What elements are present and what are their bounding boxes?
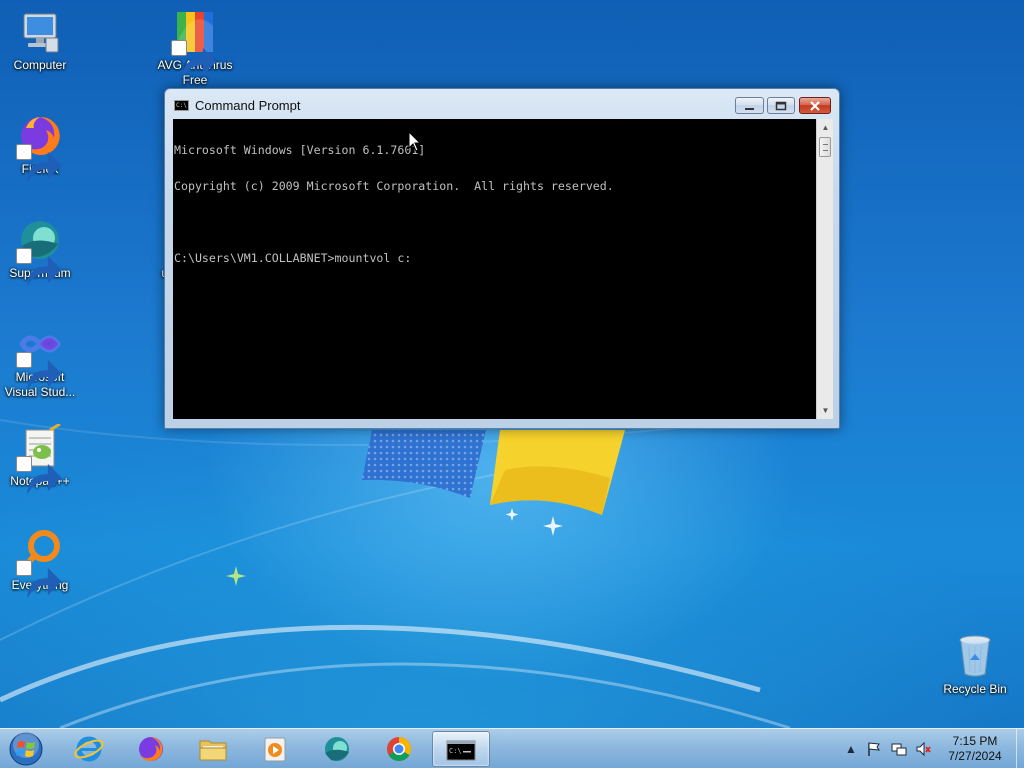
supermium-icon [325,737,349,761]
windows-start-icon [9,732,43,766]
shortcut-arrow-icon [16,144,62,183]
folder-icon [199,740,227,761]
taskbar-chrome[interactable] [370,731,428,767]
media-player-icon [264,737,286,762]
shortcut-arrow-icon [171,40,217,79]
taskbar: C:\ ▲ 7:15 PM 7/27/2024 [0,728,1024,768]
cmd-icon: C:\ [174,100,189,111]
volume-muted-icon[interactable] [915,741,931,757]
taskbar-file-explorer[interactable] [184,731,242,767]
command-prompt-window[interactable]: C:\ Command Prompt Microsoft Windows [Ve… [164,88,840,429]
shortcut-arrow-icon [16,352,62,391]
taskbar-supermium[interactable] [308,731,366,767]
action-center-flag-icon[interactable] [866,741,882,757]
minimize-button[interactable] [735,97,764,114]
maximize-button[interactable] [767,97,795,114]
desktop-icon-avg-antivirus[interactable]: AVG AntiVirus Free [154,8,236,88]
taskbar-command-prompt[interactable]: C:\ [432,731,490,767]
window-titlebar[interactable]: C:\ Command Prompt [165,89,839,119]
vertical-scrollbar[interactable]: ▲ ▼ [816,119,833,419]
scroll-down-icon[interactable]: ▼ [817,402,834,419]
mouse-cursor-icon [408,131,422,152]
shortcut-arrow-icon [16,560,62,599]
window-title: Command Prompt [195,98,301,113]
desktop-icon-visual-studio[interactable]: Microsoft Visual Stud... [0,320,81,400]
start-button[interactable] [6,731,46,767]
taskbar-media-player[interactable] [246,731,304,767]
desktop-icon-supermium[interactable]: Supermium [0,216,81,287]
partial-desktop-label: u [118,266,168,281]
taskbar-internet-explorer[interactable] [60,731,118,767]
shortcut-arrow-icon [16,456,62,495]
desktop-icon-notepadpp[interactable]: Notepad++ [0,424,81,495]
desktop-icon-firefox[interactable]: Firefox [0,112,81,183]
internet-explorer-icon [74,736,104,762]
show-hidden-icons-icon[interactable]: ▲ [843,741,859,757]
clock-date: 7/27/2024 [948,749,1002,763]
chrome-icon [387,737,412,762]
desktop-icon-label: Recycle Bin [943,682,1007,696]
scroll-thumb[interactable] [819,137,831,157]
shortcut-arrow-icon [16,248,62,287]
clock-time: 7:15 PM [952,734,998,748]
show-desktop-button[interactable] [1016,729,1024,768]
taskbar-clock[interactable]: 7:15 PM 7/27/2024 [935,734,1015,764]
close-icon [810,101,820,111]
svg-text:C:\: C:\ [449,747,462,755]
desktop-icon-recycle-bin[interactable]: Recycle Bin [934,632,1016,697]
console-output[interactable]: Microsoft Windows [Version 6.1.7601] Cop… [173,119,816,419]
cmd-icon: C:\ [446,740,476,761]
console-line: Microsoft Windows [Version 6.1.7601] [174,143,426,157]
network-icon[interactable] [891,741,907,757]
scroll-up-icon[interactable]: ▲ [817,119,834,136]
taskbar-firefox[interactable] [122,731,180,767]
console-command-line: C:\Users\VM1.COLLABNET>mountvol c: [174,251,412,265]
desktop-icon-label: u [118,266,168,281]
recycle-bin-icon [959,635,991,677]
maximize-icon [775,101,787,111]
close-button[interactable] [799,97,831,114]
desktop-icon-label: Computer [13,58,67,72]
firefox-icon [139,737,163,761]
desktop-icon-computer[interactable]: Computer [0,8,81,73]
desktop-icon-everything[interactable]: Everything [0,528,81,599]
console-line: Copyright (c) 2009 Microsoft Corporation… [174,179,614,193]
minimize-icon [744,108,754,110]
computer-icon [23,13,59,53]
